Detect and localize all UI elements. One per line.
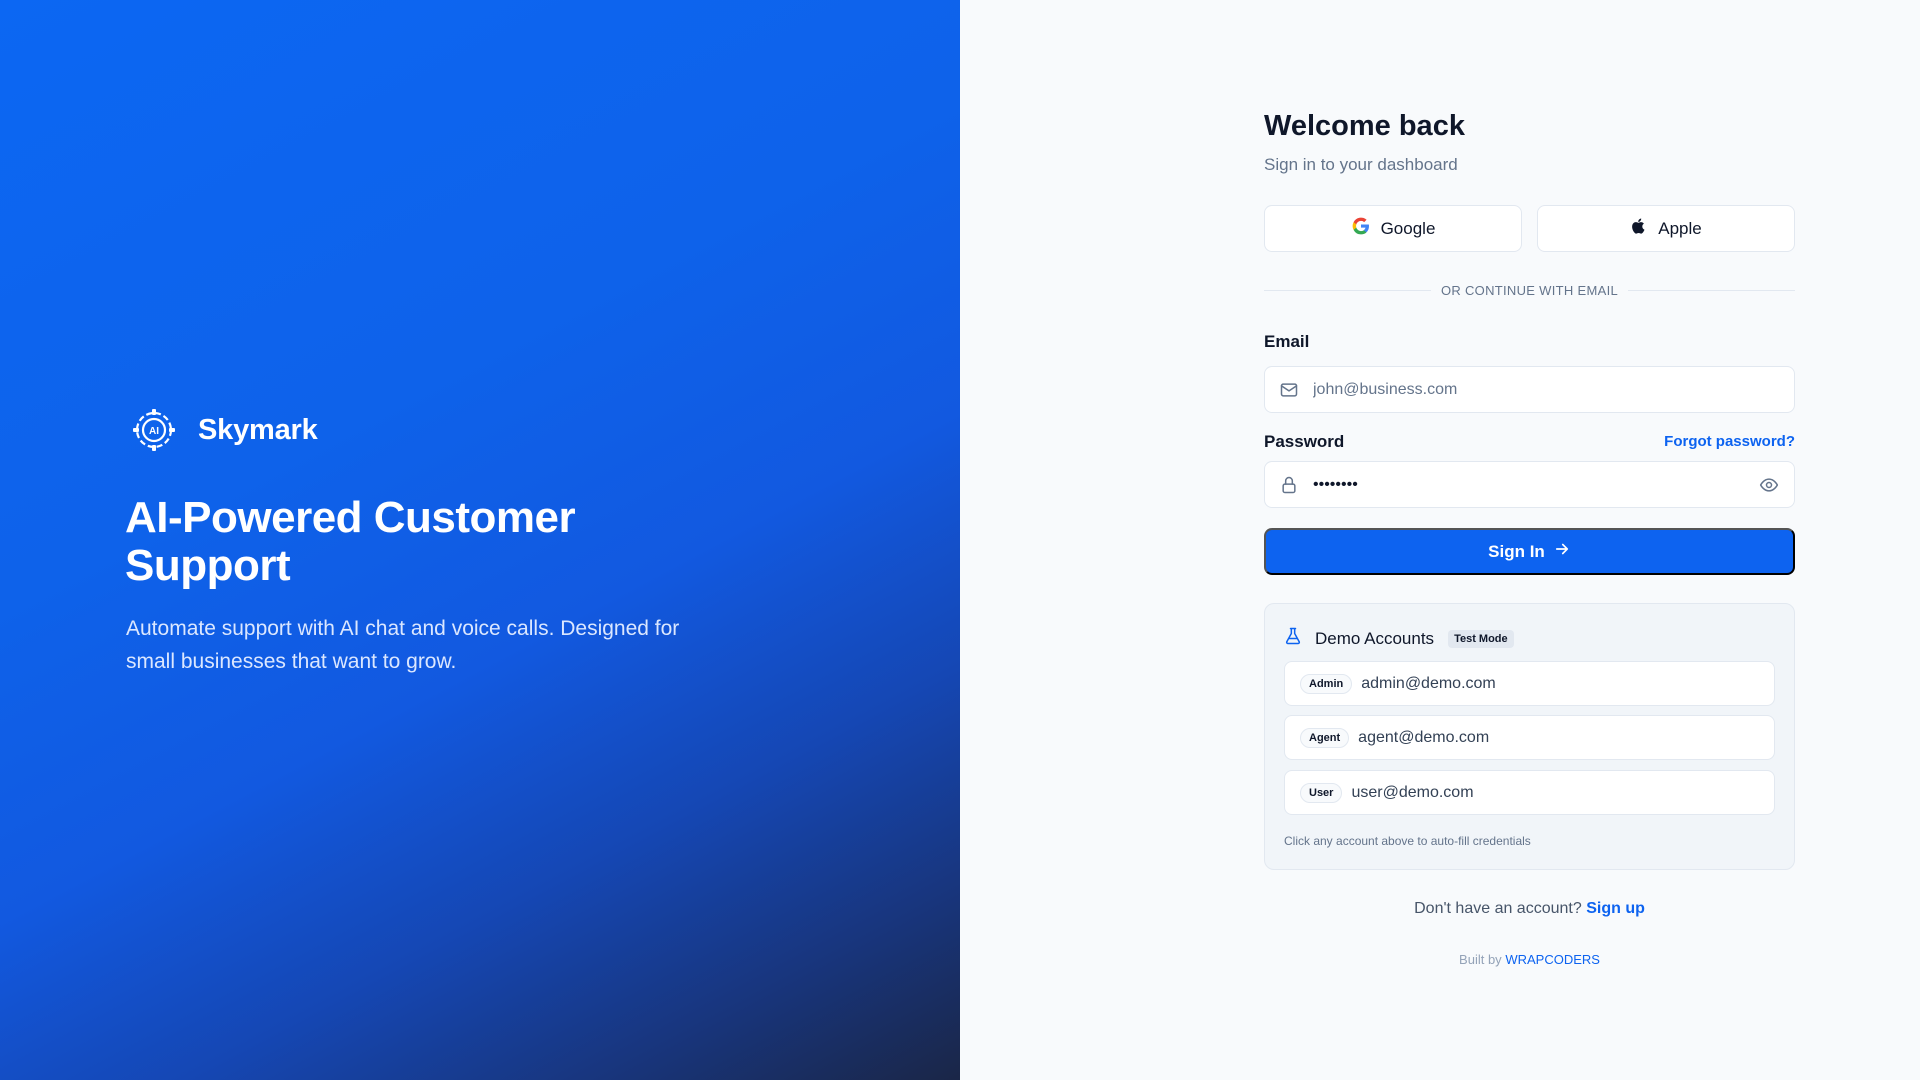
password-label: Password (1264, 432, 1345, 451)
role-badge: Agent (1300, 727, 1350, 748)
svg-text:AI: AI (149, 426, 159, 437)
demo-account-email: user@demo.com (1351, 783, 1474, 801)
mail-icon (1279, 380, 1299, 400)
built-by-text: Built by (1459, 952, 1502, 967)
brand-name: Skymark (198, 413, 318, 446)
demo-hint: Click any account above to auto-fill cre… (1284, 834, 1531, 848)
demo-account-admin[interactable]: Admin admin@demo.com (1284, 661, 1775, 706)
page-subtitle: Sign in to your dashboard (1264, 155, 1458, 174)
hero-panel: AI Skymark AI-Powered Customer Support A… (0, 0, 960, 1080)
demo-account-email: agent@demo.com (1358, 728, 1490, 746)
email-label: Email (1264, 332, 1310, 351)
password-field (1264, 461, 1795, 508)
forgot-password-link[interactable]: Forgot password? (1664, 433, 1795, 450)
apple-signin-button[interactable]: Apple (1537, 205, 1795, 252)
role-badge: User (1300, 782, 1343, 803)
google-signin-button[interactable]: Google (1264, 205, 1522, 252)
email-input[interactable] (1313, 367, 1780, 412)
google-label: Google (1380, 218, 1436, 238)
arrow-right-icon (1545, 540, 1571, 563)
email-field (1264, 366, 1795, 413)
demo-accounts-header: Demo Accounts Test Mode (1283, 626, 1514, 651)
demo-accounts-title: Demo Accounts (1315, 628, 1435, 648)
hero-description: Automate support with AI chat and voice … (126, 617, 680, 673)
wrapcoders-link[interactable]: WRAPCODERS (1505, 952, 1600, 967)
apple-label: Apple (1658, 218, 1702, 238)
password-input[interactable] (1313, 462, 1758, 507)
brand: AI Skymark (130, 406, 318, 454)
divider-text: OR CONTINUE WITH EMAIL (1440, 282, 1619, 298)
eye-icon[interactable] (1758, 474, 1780, 496)
page-title: Welcome back (1264, 110, 1465, 142)
lock-icon (1279, 475, 1299, 495)
sign-up-link[interactable]: Sign up (1586, 900, 1645, 917)
signup-prompt-text: Don't have an account? (1414, 900, 1582, 917)
demo-account-user[interactable]: User user@demo.com (1284, 770, 1775, 815)
sign-in-button[interactable]: Sign In (1264, 528, 1795, 575)
apple-icon (1630, 217, 1658, 240)
sign-in-label: Sign In (1488, 541, 1545, 561)
demo-account-email: admin@demo.com (1361, 674, 1496, 692)
role-badge: Admin (1300, 673, 1353, 694)
test-mode-badge: Test Mode (1448, 629, 1514, 648)
built-by: Built by WRAPCODERS (1264, 952, 1795, 967)
flask-icon (1283, 626, 1303, 651)
signup-prompt: Don't have an account? Sign up (1264, 900, 1795, 918)
demo-account-agent[interactable]: Agent agent@demo.com (1284, 715, 1775, 760)
demo-accounts-panel: Demo Accounts Test Mode Admin admin@demo… (1264, 603, 1795, 870)
google-icon (1351, 216, 1381, 241)
hero-title: AI-Powered Customer Support (125, 493, 576, 590)
divider: OR CONTINUE WITH EMAIL (1264, 282, 1795, 298)
gear-ai-icon: AI (130, 406, 178, 454)
